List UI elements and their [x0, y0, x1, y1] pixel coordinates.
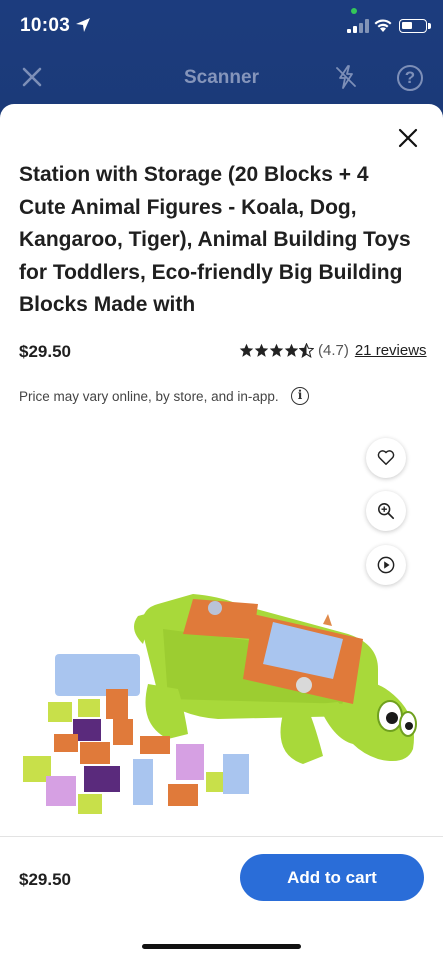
reviews-link[interactable]: 21 reviews — [355, 342, 427, 359]
flash-off-icon[interactable] — [334, 64, 358, 90]
star-icon — [239, 343, 254, 357]
rating-summary[interactable]: (4.7) 21 reviews — [239, 342, 427, 359]
star-rating — [239, 343, 314, 358]
product-image[interactable] — [18, 504, 423, 824]
product-image-area — [0, 424, 443, 834]
info-icon[interactable]: i — [291, 387, 309, 405]
favorite-button[interactable] — [366, 438, 406, 478]
status-time: 10:03 — [20, 15, 71, 36]
footer-price: $29.50 — [19, 870, 71, 889]
rating-score: (4.7) — [318, 342, 349, 359]
camera-in-use-indicator — [351, 8, 357, 14]
status-bar: 10:03 — [0, 0, 443, 52]
battery-icon — [399, 19, 431, 33]
scanner-nav-bar: Scanner ? — [0, 52, 443, 104]
star-icon — [269, 343, 284, 357]
star-icon — [254, 343, 269, 357]
star-icon — [284, 343, 299, 357]
footer-divider — [0, 836, 443, 837]
price-disclaimer: Price may vary online, by store, and in-… — [19, 389, 279, 404]
half-star-icon — [299, 343, 314, 358]
close-icon[interactable] — [396, 126, 420, 150]
cellular-signal-icon — [347, 19, 369, 33]
heart-icon — [377, 450, 395, 466]
wifi-icon — [374, 19, 392, 32]
help-icon[interactable]: ? — [397, 65, 423, 91]
product-sheet: Station with Storage (20 Blocks + 4 Cute… — [0, 104, 443, 960]
location-arrow-icon — [76, 18, 90, 32]
add-to-cart-button[interactable]: Add to cart — [240, 854, 424, 901]
nav-title: Scanner — [184, 67, 259, 88]
product-title[interactable]: Station with Storage (20 Blocks + 4 Cute… — [19, 159, 419, 322]
top-header: 10:03 Scanner ? — [0, 0, 443, 120]
product-price: $29.50 — [19, 342, 71, 361]
home-indicator[interactable] — [142, 944, 301, 949]
